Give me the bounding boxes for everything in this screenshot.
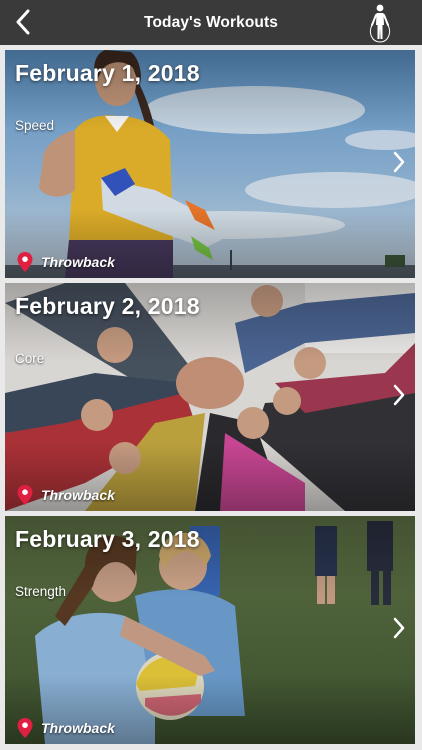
chevron-left-icon xyxy=(16,9,30,35)
top-navbar: Today's Workouts xyxy=(0,0,422,45)
location-label: Throwback xyxy=(41,487,115,503)
page-title: Today's Workouts xyxy=(144,13,278,31)
workout-location: Throwback xyxy=(17,252,115,272)
map-pin-icon xyxy=(17,252,33,272)
workout-card[interactable]: February 2, 2018 Core Throwback xyxy=(5,283,415,511)
workout-location: Throwback xyxy=(17,718,115,738)
workout-date: February 1, 2018 xyxy=(15,60,200,86)
profile-button[interactable] xyxy=(366,3,394,43)
map-pin-icon xyxy=(17,718,33,738)
workout-card[interactable]: February 1, 2018 Speed Throwback xyxy=(5,50,415,278)
workout-location: Throwback xyxy=(17,485,115,505)
workout-category: Speed xyxy=(15,118,55,133)
location-label: Throwback xyxy=(41,254,115,270)
chevron-right-icon xyxy=(393,384,405,406)
chevron-right-icon xyxy=(393,151,405,173)
location-label: Throwback xyxy=(41,720,115,736)
workout-category: Core xyxy=(15,351,45,366)
workout-date: February 2, 2018 xyxy=(15,293,200,319)
jump-rope-figure-icon xyxy=(369,4,391,43)
workout-category: Strength xyxy=(15,584,67,599)
workout-card[interactable]: February 3, 2018 Strength Throwback xyxy=(5,516,415,744)
chevron-right-icon xyxy=(393,617,405,639)
back-button[interactable] xyxy=(8,6,38,38)
workout-date: February 3, 2018 xyxy=(15,526,200,552)
map-pin-icon xyxy=(17,485,33,505)
